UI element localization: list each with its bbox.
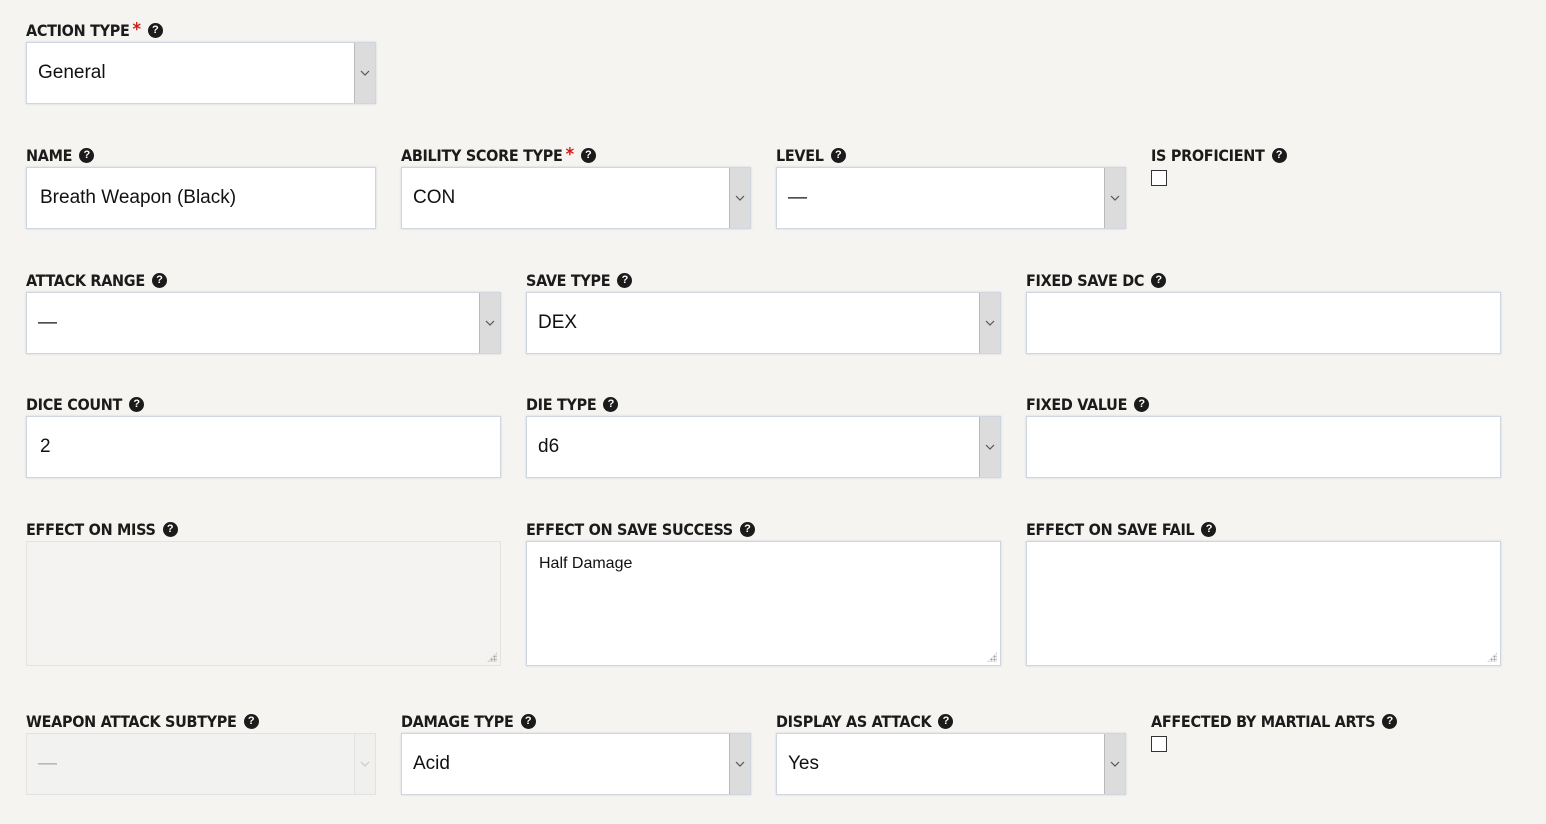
- attack-range-label: ATTACK RANGE: [26, 270, 145, 290]
- save-type-value: DEX: [538, 312, 578, 333]
- chevron-down-icon[interactable]: [729, 168, 750, 228]
- effect-on-save-fail-textarea[interactable]: [1026, 541, 1501, 666]
- level-value: —: [788, 187, 807, 208]
- weapon-attack-subtype-label: WEAPON ATTACK SUBTYPE: [26, 711, 237, 731]
- fixed-value-field: FIXED VALUE?: [1026, 394, 1501, 478]
- save-type-select[interactable]: DEX: [526, 292, 1001, 354]
- affected-by-martial-arts-checkbox[interactable]: [1151, 736, 1167, 752]
- resize-handle-icon[interactable]: [987, 652, 997, 662]
- name-input[interactable]: Breath Weapon (Black): [26, 167, 376, 229]
- action-type-field: ACTION TYPE *? General: [26, 19, 376, 104]
- level-select[interactable]: —: [776, 167, 1126, 229]
- resize-handle-icon: [487, 652, 497, 662]
- fixed-save-dc-field: FIXED SAVE DC?: [1026, 270, 1501, 354]
- is-proficient-field: IS PROFICIENT?: [1151, 145, 1501, 186]
- help-icon[interactable]: ?: [603, 396, 619, 412]
- help-icon[interactable]: ?: [243, 713, 259, 729]
- damage-type-field: DAMAGE TYPE? Acid: [401, 711, 751, 795]
- chevron-down-icon[interactable]: [1104, 734, 1125, 794]
- chevron-down-icon[interactable]: [979, 417, 1000, 477]
- help-icon[interactable]: ?: [151, 272, 167, 288]
- effect-on-save-fail-field: EFFECT ON SAVE FAIL?: [1026, 519, 1501, 666]
- required-marker: *: [565, 144, 574, 165]
- display-as-attack-value: Yes: [788, 753, 819, 774]
- save-type-label: SAVE TYPE: [526, 270, 611, 290]
- effect-on-miss-textarea: [26, 541, 501, 666]
- dice-count-value: 2: [40, 436, 51, 457]
- dice-count-input[interactable]: 2: [26, 416, 501, 478]
- affected-by-martial-arts-field: AFFECTED BY MARTIAL ARTS?: [1151, 711, 1501, 752]
- is-proficient-label: IS PROFICIENT: [1151, 145, 1265, 165]
- weapon-attack-subtype-field: WEAPON ATTACK SUBTYPE? —: [26, 711, 376, 795]
- help-icon[interactable]: ?: [1271, 147, 1287, 163]
- help-icon[interactable]: ?: [147, 22, 163, 38]
- dice-count-label: DICE COUNT: [26, 394, 123, 414]
- fixed-save-dc-label: FIXED SAVE DC: [1026, 270, 1145, 290]
- damage-type-value: Acid: [413, 753, 450, 774]
- weapon-attack-subtype-select: —: [26, 733, 376, 795]
- chevron-down-icon[interactable]: [479, 293, 500, 353]
- die-type-value: d6: [538, 436, 560, 457]
- name-value: Breath Weapon (Black): [40, 187, 237, 208]
- name-label: NAME: [26, 145, 73, 165]
- action-type-label: ACTION TYPE: [26, 20, 130, 40]
- fixed-save-dc-input[interactable]: [1026, 292, 1501, 354]
- die-type-label: DIE TYPE: [526, 394, 597, 414]
- help-icon[interactable]: ?: [1151, 272, 1167, 288]
- help-icon[interactable]: ?: [79, 147, 95, 163]
- chevron-down-icon: [354, 734, 375, 794]
- help-icon[interactable]: ?: [830, 147, 846, 163]
- display-as-attack-select[interactable]: Yes: [776, 733, 1126, 795]
- help-icon[interactable]: ?: [162, 521, 178, 537]
- fixed-value-label: FIXED VALUE: [1026, 394, 1128, 414]
- effect-on-save-success-label: EFFECT ON SAVE SUCCESS: [526, 519, 733, 539]
- effect-on-miss-field: EFFECT ON MISS?: [26, 519, 501, 666]
- attack-range-field: ATTACK RANGE? —: [26, 270, 501, 354]
- action-type-select[interactable]: General: [26, 42, 376, 104]
- effect-on-save-success-textarea[interactable]: Half Damage: [526, 541, 1001, 666]
- ability-score-type-select[interactable]: CON: [401, 167, 751, 229]
- action-type-value: General: [38, 62, 106, 83]
- display-as-attack-label: DISPLAY AS ATTACK: [776, 711, 932, 731]
- chevron-down-icon[interactable]: [729, 734, 750, 794]
- affected-by-martial-arts-label: AFFECTED BY MARTIAL ARTS: [1151, 711, 1376, 731]
- display-as-attack-field: DISPLAY AS ATTACK? Yes: [776, 711, 1126, 795]
- save-type-field: SAVE TYPE? DEX: [526, 270, 1001, 354]
- help-icon[interactable]: ?: [739, 521, 755, 537]
- name-field: NAME? Breath Weapon (Black): [26, 145, 376, 229]
- chevron-down-icon[interactable]: [979, 293, 1000, 353]
- attack-range-select[interactable]: —: [26, 292, 501, 354]
- ability-score-type-field: ABILITY SCORE TYPE *? CON: [401, 144, 751, 229]
- die-type-field: DIE TYPE? d6: [526, 394, 1001, 478]
- damage-type-select[interactable]: Acid: [401, 733, 751, 795]
- help-icon[interactable]: ?: [1382, 713, 1398, 729]
- die-type-select[interactable]: d6: [526, 416, 1001, 478]
- level-field: LEVEL? —: [776, 145, 1126, 229]
- ability-score-type-label: ABILITY SCORE TYPE: [401, 145, 563, 165]
- ability-score-type-value: CON: [413, 187, 456, 208]
- chevron-down-icon[interactable]: [354, 43, 375, 103]
- effect-on-save-success-field: EFFECT ON SAVE SUCCESS? Half Damage: [526, 519, 1001, 666]
- effect-on-save-fail-label: EFFECT ON SAVE FAIL: [1026, 519, 1195, 539]
- help-icon[interactable]: ?: [1201, 521, 1217, 537]
- is-proficient-checkbox[interactable]: [1151, 170, 1167, 186]
- dice-count-field: DICE COUNT? 2: [26, 394, 501, 478]
- effect-on-save-success-value: Half Damage: [539, 555, 633, 572]
- help-icon[interactable]: ?: [580, 147, 596, 163]
- help-icon[interactable]: ?: [938, 713, 954, 729]
- help-icon[interactable]: ?: [617, 272, 633, 288]
- attack-range-value: —: [38, 312, 57, 333]
- resize-handle-icon[interactable]: [1487, 652, 1497, 662]
- help-icon[interactable]: ?: [520, 713, 536, 729]
- help-icon[interactable]: ?: [129, 396, 145, 412]
- required-marker: *: [132, 19, 141, 40]
- effect-on-miss-label: EFFECT ON MISS: [26, 519, 156, 539]
- damage-type-label: DAMAGE TYPE: [401, 711, 514, 731]
- level-label: LEVEL: [776, 145, 824, 165]
- weapon-attack-subtype-value: —: [38, 753, 57, 774]
- chevron-down-icon[interactable]: [1104, 168, 1125, 228]
- fixed-value-input[interactable]: [1026, 416, 1501, 478]
- help-icon[interactable]: ?: [1134, 396, 1150, 412]
